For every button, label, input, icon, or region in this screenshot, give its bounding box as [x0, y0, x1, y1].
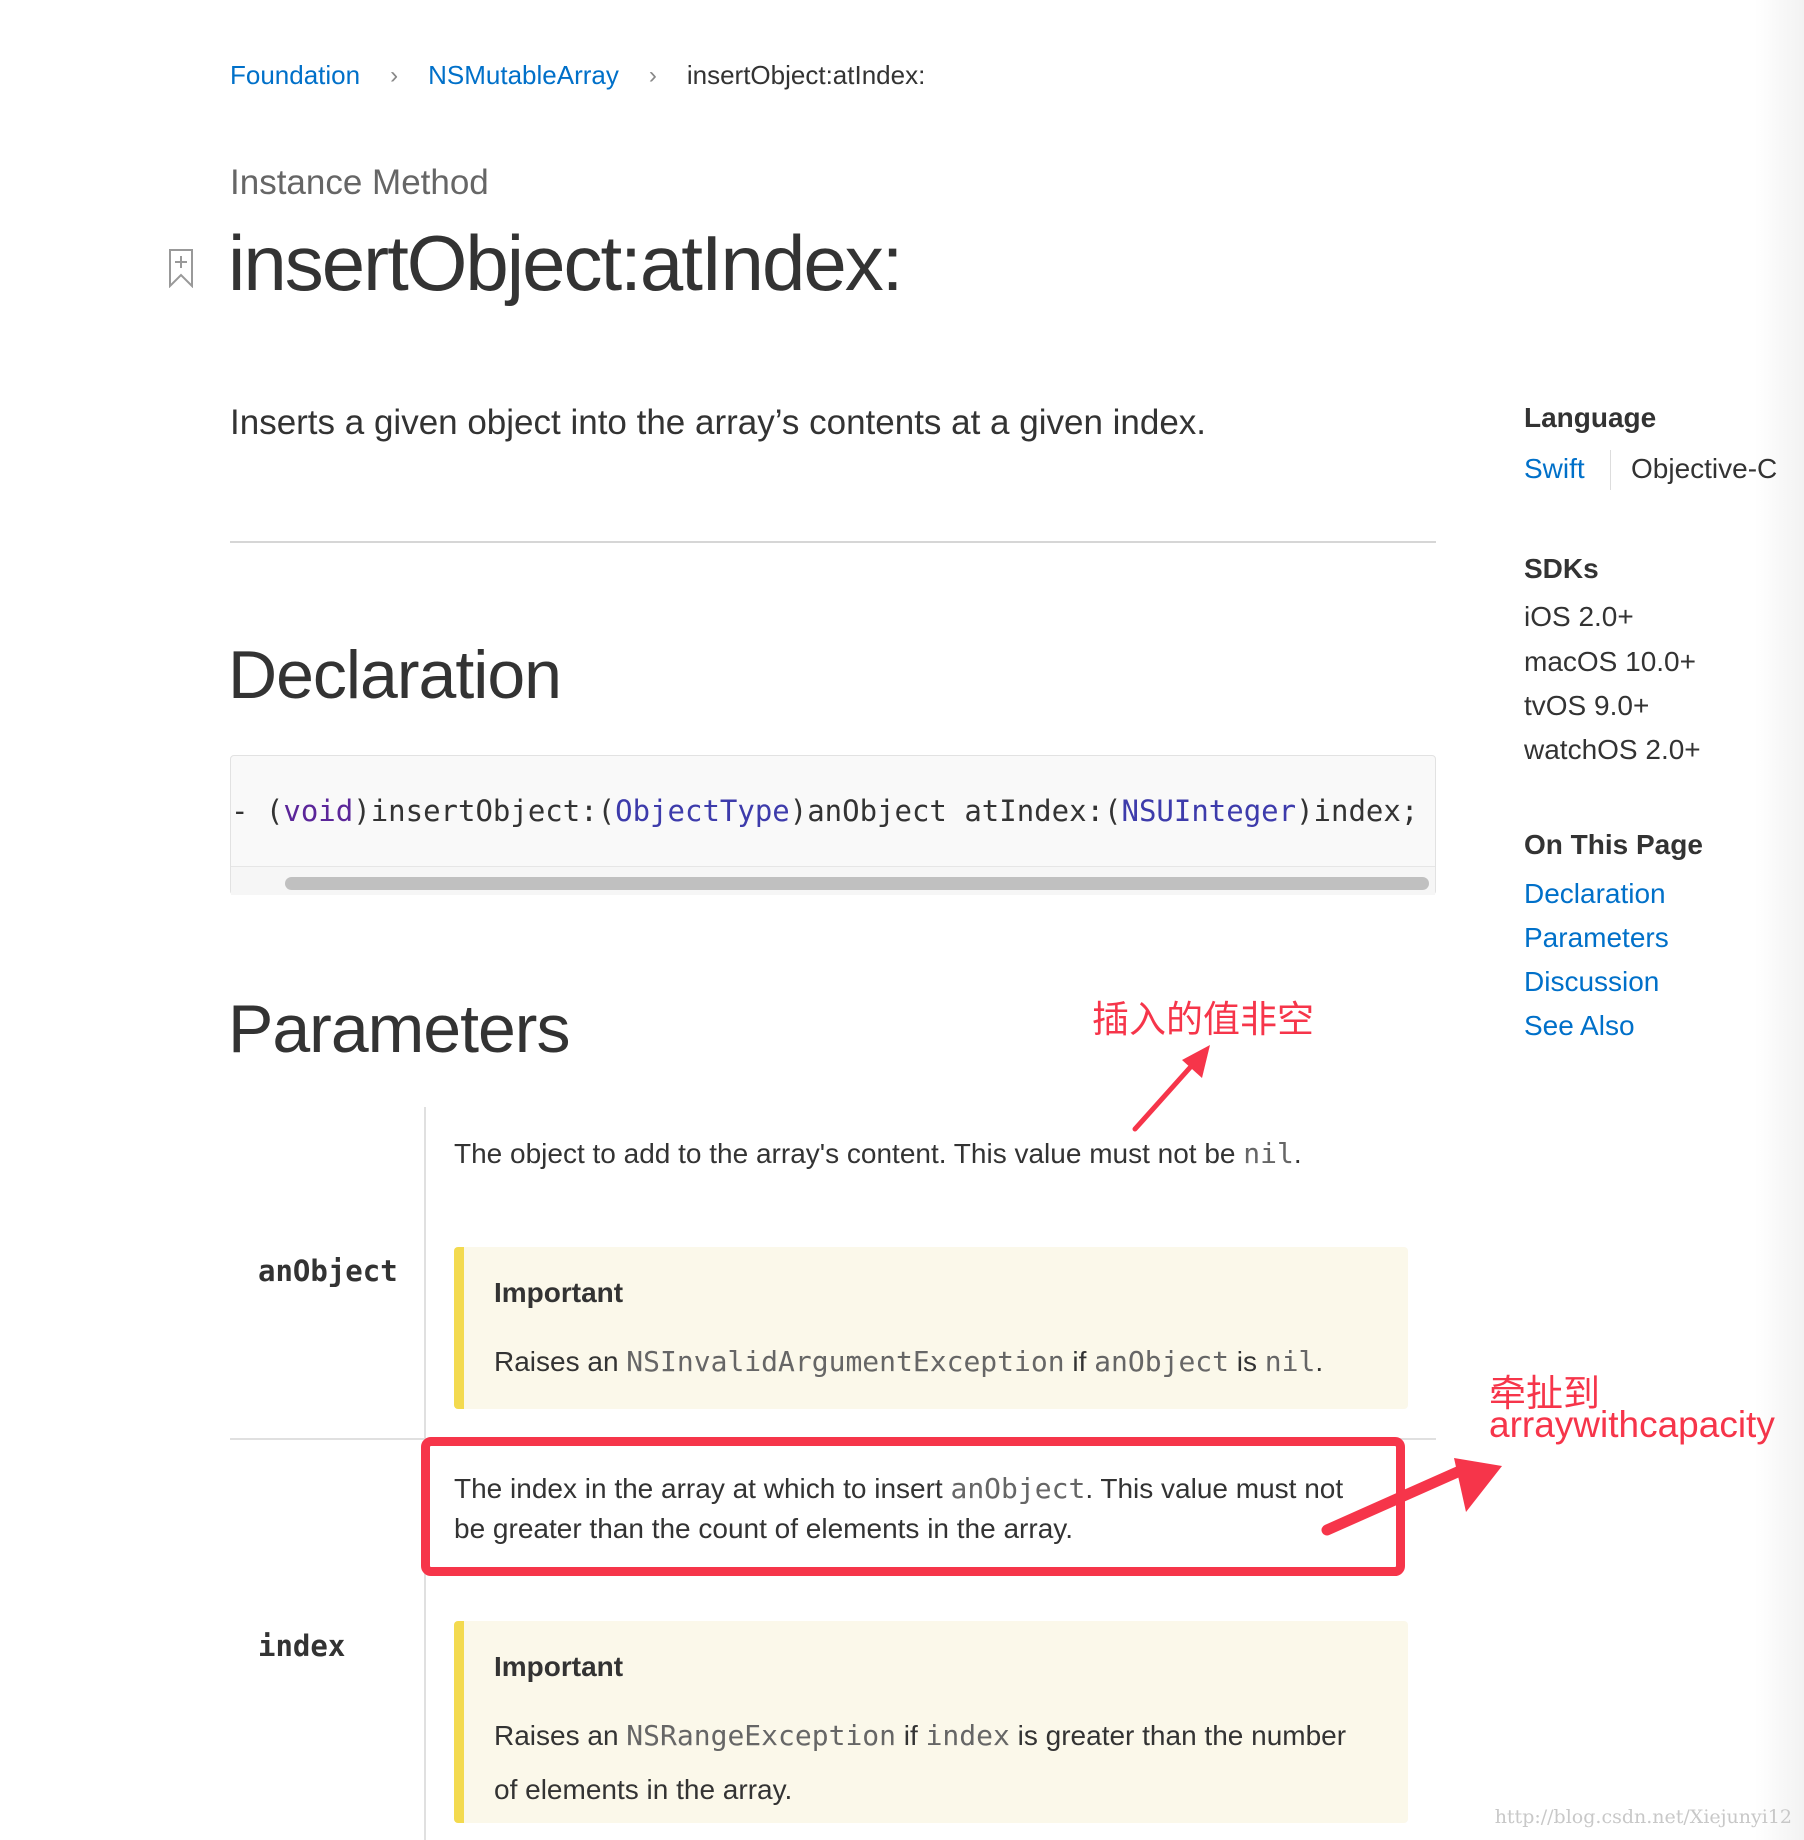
arrow-icon [1132, 1045, 1210, 1132]
watermark: http://blog.csdn.net/Xiejunyi12 [1494, 1806, 1792, 1828]
edge-shadow [1754, 0, 1804, 1840]
annotation-arrows [1132, 1045, 1502, 1536]
arrow-icon [1321, 1458, 1502, 1536]
